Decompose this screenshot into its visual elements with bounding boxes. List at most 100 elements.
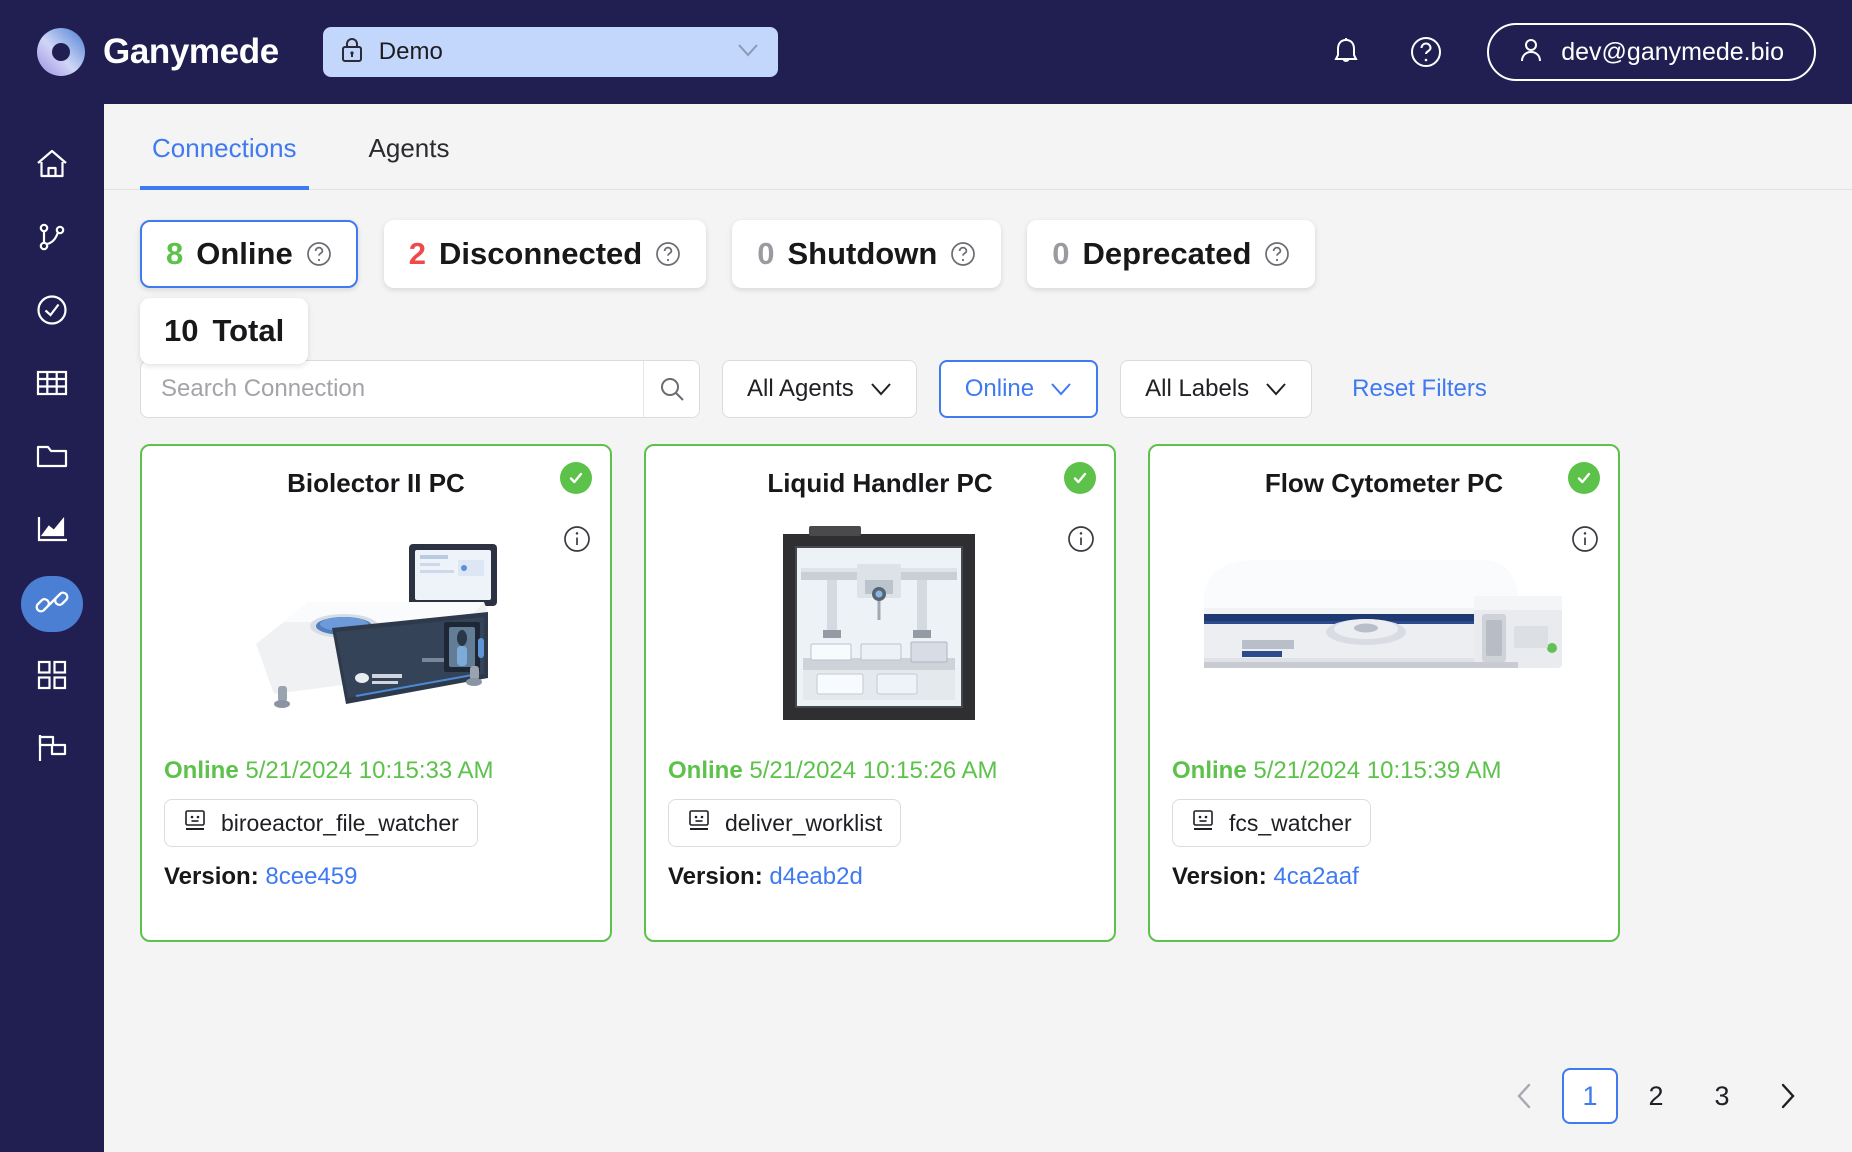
version-sha[interactable]: 4ca2aaf <box>1273 863 1358 890</box>
connection-agent-tag[interactable]: deliver_worklist <box>668 799 902 847</box>
status-chip-total[interactable]: 10 Total <box>140 298 309 364</box>
page-button-1[interactable]: 1 <box>1562 1068 1618 1124</box>
search-input[interactable] <box>141 361 643 417</box>
status-chip-row: 8 Online 2 Disconnected 0 Shutdown 0 Dep… <box>140 220 1816 364</box>
page-button-2[interactable]: 2 <box>1628 1068 1684 1124</box>
check-circle-filled-icon[interactable] <box>560 462 592 494</box>
status-filter-dropdown[interactable]: Online <box>938 360 1099 418</box>
sidebar-item-flags[interactable] <box>21 722 83 778</box>
sidebar-item-flows[interactable] <box>21 211 83 267</box>
connection-version-line: Version: 8cee459 <box>164 863 588 891</box>
workspace-selector[interactable]: Demo <box>322 27 778 77</box>
tab-connections[interactable]: Connections <box>140 105 309 190</box>
info-icon[interactable] <box>1066 524 1096 559</box>
connection-card[interactable]: Biolector II PC Online 5/21/2024 10:15:3… <box>140 444 612 942</box>
status-filter-label: Online <box>964 375 1035 402</box>
connection-title: Flow Cytometer PC <box>1264 468 1504 498</box>
agent-tag-label: fcs_watcher <box>1229 809 1352 836</box>
sidebar-item-tables[interactable] <box>21 357 83 413</box>
search-icon[interactable] <box>643 361 699 417</box>
connection-status-line: Online 5/21/2024 10:15:39 AM <box>1172 757 1596 785</box>
version-label: Version: <box>668 863 763 890</box>
connection-title: Liquid Handler PC <box>767 468 993 498</box>
version-sha[interactable]: d4eab2d <box>769 863 862 890</box>
branch-icon <box>36 221 68 258</box>
chevron-left-icon[interactable] <box>1496 1068 1552 1124</box>
sidebar-item-tests[interactable] <box>21 284 83 340</box>
connection-card[interactable]: Flow Cytometer PC Online 5/21/2024 10:15… <box>1148 444 1620 942</box>
version-label: Version: <box>1172 863 1267 890</box>
app-root: Ganymede Demo dev@ganymede.bio Connectio… <box>0 0 1852 1152</box>
status-label: Disconnected <box>438 236 643 271</box>
sidebar-item-files[interactable] <box>21 430 83 486</box>
question-circle-icon[interactable] <box>306 241 332 267</box>
page-button-3[interactable]: 3 <box>1694 1068 1750 1124</box>
brand-name: Ganymede <box>103 32 279 71</box>
agent-filter-dropdown[interactable]: All Agents <box>722 360 917 418</box>
brand[interactable]: Ganymede <box>36 27 279 77</box>
total-label: Total <box>212 313 285 348</box>
agent-filter-label: All Agents <box>747 375 854 402</box>
connection-card[interactable]: Liquid Handler PC Online 5/21/2024 10:15… <box>644 444 1116 942</box>
top-bar-actions: dev@ganymede.bio <box>1327 23 1816 81</box>
status-chip-deprecated[interactable]: 0 Deprecated <box>1027 220 1316 288</box>
question-circle-icon[interactable] <box>1264 241 1290 267</box>
sidebar <box>0 104 104 1152</box>
question-circle-icon[interactable] <box>655 241 681 267</box>
reset-filters-button[interactable]: Reset Filters <box>1352 375 1487 403</box>
tab-agents[interactable]: Agents <box>357 105 462 190</box>
check-circle-filled-icon[interactable] <box>1568 462 1600 494</box>
body: Connections Agents 8 Online 2 Disconnect… <box>0 104 1852 1152</box>
search-connection <box>140 360 700 418</box>
chart-icon <box>36 515 68 548</box>
connection-agent-tag[interactable]: fcs_watcher <box>1172 799 1371 847</box>
connection-status: Online <box>1172 757 1247 784</box>
workspace-name: Demo <box>378 38 443 65</box>
home-icon <box>35 148 69 185</box>
label-filter-dropdown[interactable]: All Labels <box>1120 360 1313 418</box>
info-icon[interactable] <box>1570 524 1600 559</box>
status-chip-online[interactable]: 8 Online <box>140 220 358 288</box>
sidebar-item-connections[interactable] <box>21 576 83 632</box>
status-chip-disconnected[interactable]: 2 Disconnected <box>383 220 707 288</box>
info-icon[interactable] <box>562 524 592 559</box>
question-circle-icon[interactable] <box>950 241 976 267</box>
plug-icon <box>35 585 69 624</box>
pagination: 1 2 3 <box>104 1068 1852 1152</box>
status-count: 2 <box>408 236 426 271</box>
check-circle-filled-icon[interactable] <box>1064 462 1096 494</box>
chevron-right-icon[interactable] <box>1760 1068 1816 1124</box>
agent-face-icon <box>687 808 711 838</box>
bell-icon[interactable] <box>1327 33 1365 71</box>
lock-icon <box>341 37 363 68</box>
connection-status: Online <box>668 757 743 784</box>
connection-timestamp: 5/21/2024 10:15:26 AM <box>749 757 998 784</box>
status-count: 8 <box>166 236 184 271</box>
top-bar: Ganymede Demo dev@ganymede.bio <box>0 0 1852 104</box>
sidebar-item-analytics[interactable] <box>21 503 83 559</box>
ganymede-logo-icon <box>36 27 86 77</box>
question-circle-icon[interactable] <box>1407 33 1445 71</box>
version-sha[interactable]: 8cee459 <box>265 863 357 890</box>
chevron-down-icon <box>870 375 892 403</box>
tab-bar: Connections Agents <box>104 104 1852 190</box>
connection-version-line: Version: 4ca2aaf <box>1172 863 1596 891</box>
sidebar-item-apps[interactable] <box>21 649 83 705</box>
total-count: 10 <box>164 313 199 348</box>
connection-card-grid: Biolector II PC Online 5/21/2024 10:15:3… <box>104 418 1852 942</box>
filter-bar: All Agents Online <box>104 342 1852 418</box>
flag-icon <box>36 733 68 768</box>
device-image-liquid-handler <box>668 521 1092 731</box>
chevron-down-icon <box>1265 375 1287 403</box>
user-email: dev@ganymede.bio <box>1561 37 1784 66</box>
sidebar-item-home[interactable] <box>21 138 83 194</box>
connection-timestamp: 5/21/2024 10:15:33 AM <box>245 757 494 784</box>
label-filter-label: All Labels <box>1145 375 1250 402</box>
user-menu[interactable]: dev@ganymede.bio <box>1487 23 1816 81</box>
folder-icon <box>36 442 68 475</box>
chevron-down-icon <box>736 42 760 63</box>
device-image-flow-cytometer <box>1172 521 1596 731</box>
status-chip-shutdown[interactable]: 0 Shutdown <box>732 220 1002 288</box>
status-count: 0 <box>757 236 775 271</box>
connection-agent-tag[interactable]: biroeactor_file_watcher <box>164 799 478 847</box>
